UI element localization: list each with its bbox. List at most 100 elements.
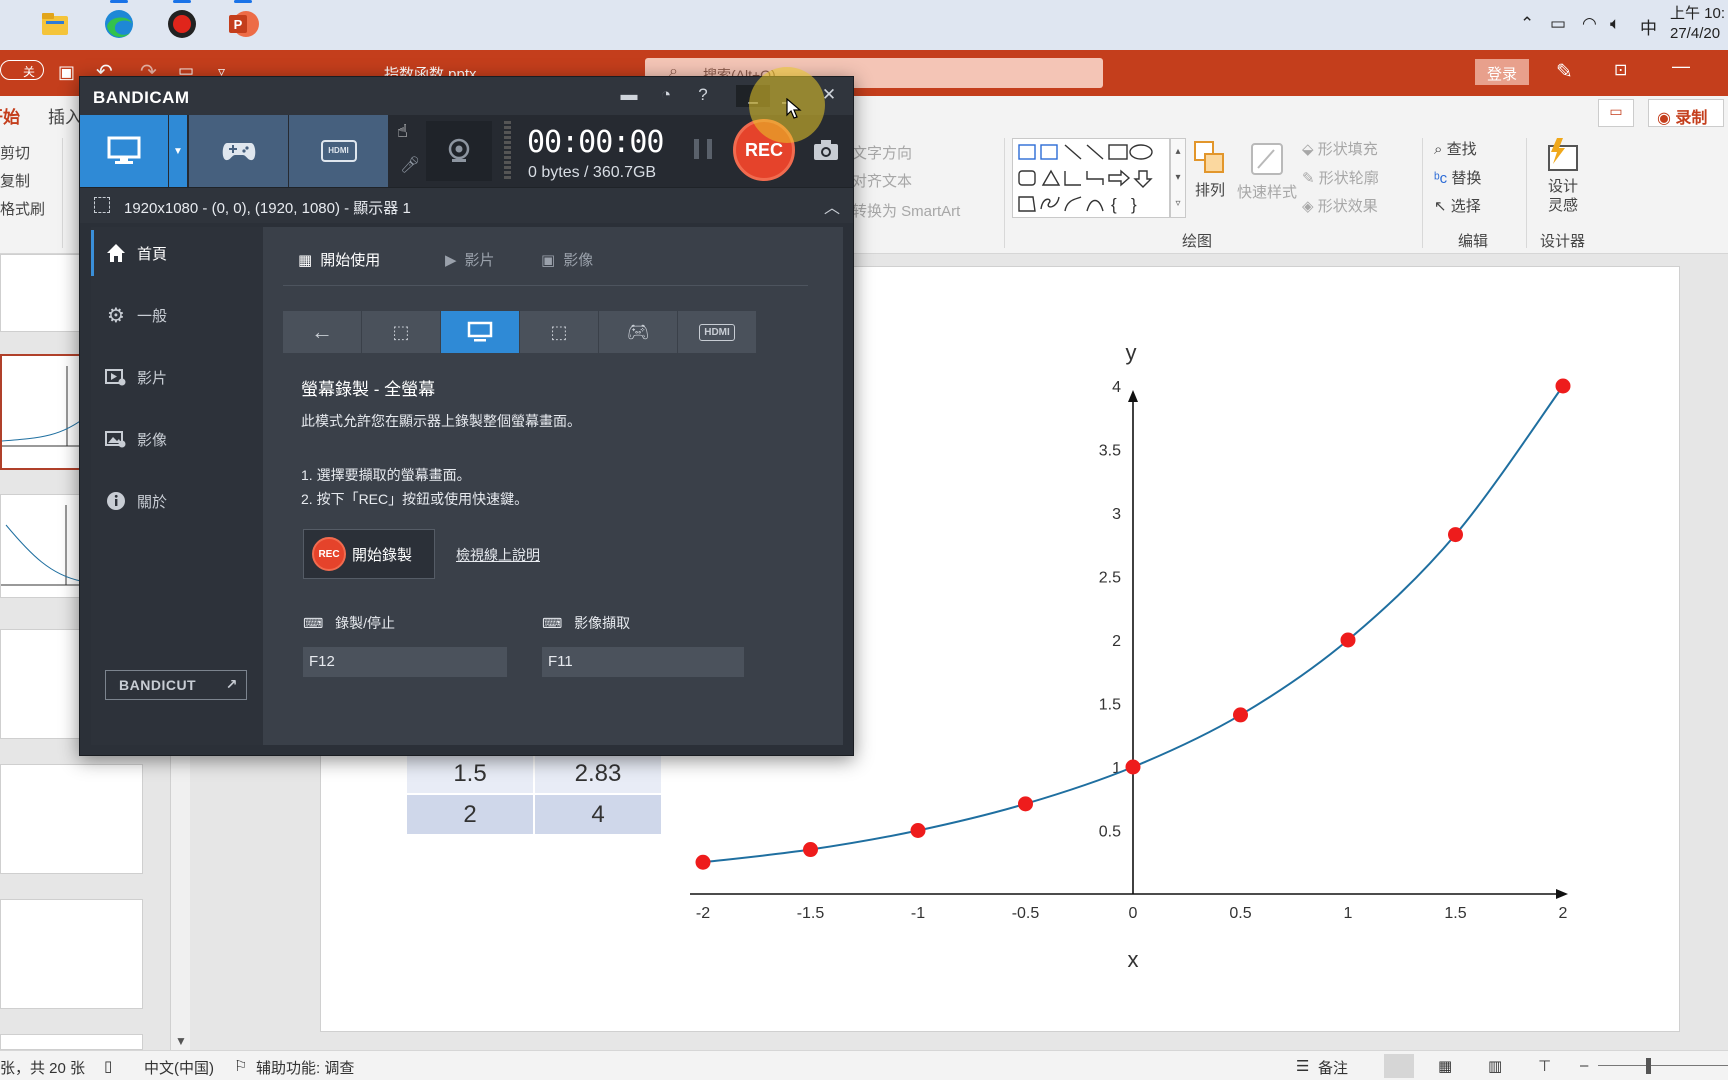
game-mode-sub-button[interactable]: 🎮︎ bbox=[599, 311, 677, 353]
battery-icon[interactable]: ▭ bbox=[1550, 14, 1566, 34]
clock-date: 27/4/20 bbox=[1670, 25, 1721, 42]
pause-icon[interactable] bbox=[694, 139, 712, 159]
sidebar-item-about[interactable]: 關於 bbox=[91, 478, 263, 524]
bandicam-title-bar[interactable]: BANDICAM ▬ ◔ ? _ _ ✕ bbox=[80, 77, 853, 115]
hotkey-record-value: F12 bbox=[309, 653, 335, 670]
autosave-toggle-label: 关 bbox=[23, 65, 36, 79]
ime-indicator[interactable]: 中 bbox=[1640, 14, 1657, 39]
bandicut-button[interactable]: BANDICUT ↗ bbox=[105, 670, 247, 700]
tab-image[interactable]: ▣ 影像 bbox=[541, 249, 593, 270]
camera-icon[interactable] bbox=[813, 139, 839, 167]
rectangle-mode-button[interactable]: ⬚ bbox=[362, 311, 440, 353]
tab-getting-started[interactable]: ▦ 開始使用 bbox=[298, 249, 380, 270]
format-painter-button[interactable]: 格式刷 bbox=[0, 198, 45, 219]
normal-view-button[interactable] bbox=[1384, 1054, 1414, 1078]
powerpoint-icon[interactable]: P bbox=[226, 0, 260, 41]
shape-outline-button[interactable]: ✎ 形状轮廓 bbox=[1302, 167, 1379, 188]
zoom-slider[interactable] bbox=[1598, 1065, 1728, 1066]
screen-mode-button[interactable] bbox=[80, 115, 168, 187]
tabs-underline bbox=[283, 285, 808, 286]
shapes-gallery-scroll[interactable]: ▴ ▾ ▿ bbox=[1170, 138, 1186, 218]
sidebar-item-image[interactable]: 影像 bbox=[91, 416, 263, 462]
around-mouse-mode-button[interactable]: ⬚ bbox=[520, 311, 598, 353]
wifi-icon[interactable]: ◠ bbox=[1582, 14, 1597, 34]
text-direction-button[interactable]: 文字方向 bbox=[852, 142, 912, 163]
shape-fill-button[interactable]: ⬙ 形状填充 bbox=[1302, 138, 1378, 159]
sidebar-item-home[interactable]: 首頁 bbox=[91, 230, 263, 276]
slide-sorter-icon[interactable]: ▦ bbox=[1438, 1057, 1452, 1075]
game-mode-button[interactable] bbox=[189, 115, 288, 187]
collapse-chevron-icon[interactable]: ︿ bbox=[824, 194, 840, 218]
find-button[interactable]: ⌕ 查找 bbox=[1434, 138, 1477, 159]
microphone-icon[interactable]: 🎤︎ bbox=[400, 155, 420, 175]
values-table: 1.5 2.83 2 4 bbox=[405, 752, 663, 836]
shapes-gallery[interactable]: {} bbox=[1012, 138, 1170, 218]
record-button[interactable]: ◉ 录制 bbox=[1648, 99, 1724, 127]
scroll-down-icon[interactable]: ▼ bbox=[175, 1034, 187, 1048]
comments-icon[interactable]: ▭ bbox=[1598, 99, 1634, 127]
quick-styles-button[interactable]: 快速样式 bbox=[1236, 140, 1298, 202]
slide-thumbnail[interactable] bbox=[0, 764, 143, 874]
file-explorer-icon[interactable] bbox=[38, 7, 72, 41]
hdmi-mode-button[interactable]: HDMI bbox=[289, 115, 388, 187]
notes-icon[interactable]: ☰ bbox=[1296, 1057, 1309, 1075]
tab-start[interactable]: 开始 bbox=[0, 103, 20, 128]
target-area-bar[interactable]: 1920x1080 - (0, 0), (1920, 1080) - 顯示器 1… bbox=[80, 187, 853, 223]
sidebar-item-video[interactable]: 影片 bbox=[91, 354, 263, 400]
sidebar-item-label: 首頁 bbox=[137, 245, 168, 263]
arrange-button[interactable]: 排列 bbox=[1188, 140, 1232, 200]
image-icon: ▣ bbox=[541, 251, 556, 269]
volume-icon[interactable]: 🔈︎ bbox=[1610, 14, 1620, 34]
copy-button[interactable]: 复制 bbox=[0, 170, 30, 191]
align-text-button[interactable]: 对齐文本 bbox=[852, 170, 912, 191]
tab-insert[interactable]: 插入 bbox=[48, 103, 82, 128]
mode-dropdown-button[interactable]: ▼ bbox=[169, 115, 187, 187]
edge-browser-icon[interactable] bbox=[102, 0, 136, 41]
fullscreen-mode-button[interactable] bbox=[441, 311, 519, 353]
folder-icon[interactable]: ▬ bbox=[616, 85, 642, 107]
autosave-toggle[interactable]: 关 bbox=[0, 60, 44, 80]
pen-icon[interactable]: ✎ bbox=[1556, 59, 1573, 84]
device-mode-button[interactable]: HDMI bbox=[678, 311, 756, 353]
info-icon bbox=[105, 490, 127, 512]
hotkey-capture-field[interactable]: F11 bbox=[542, 647, 744, 677]
login-button[interactable]: 登录 bbox=[1475, 59, 1529, 85]
slide-thumbnail[interactable] bbox=[0, 899, 143, 1009]
shape-effects-button[interactable]: ◈ 形状效果 bbox=[1302, 195, 1378, 216]
back-button[interactable]: ← bbox=[283, 311, 361, 353]
select-button[interactable]: ↖ 选择 bbox=[1434, 195, 1481, 216]
table-row: 1.5 2.83 bbox=[405, 752, 663, 795]
system-clock[interactable]: 上午 10: 27/4/20 bbox=[1670, 4, 1728, 44]
spellcheck-icon[interactable]: ▯ bbox=[104, 1057, 112, 1075]
hotkey-record-field[interactable]: F12 bbox=[303, 647, 507, 677]
clock-icon[interactable]: ◔ bbox=[653, 85, 679, 107]
arrange-label: 排列 bbox=[1194, 182, 1225, 199]
accessibility-status[interactable]: 辅助功能: 调查 bbox=[256, 1057, 354, 1078]
reading-view-icon[interactable]: ▥ bbox=[1488, 1057, 1502, 1075]
accessibility-icon[interactable]: ⚐ bbox=[234, 1057, 247, 1075]
slideshow-view-icon[interactable]: ⊤ bbox=[1538, 1057, 1551, 1075]
cut-button[interactable]: 剪切 bbox=[0, 142, 30, 163]
slide-thumbnail[interactable] bbox=[0, 1034, 143, 1050]
convert-smartart-button[interactable]: 转换为 SmartArt bbox=[852, 200, 960, 221]
tray-chevron-icon[interactable]: ⌃ bbox=[1520, 14, 1534, 34]
tab-video[interactable]: ▶ 影片 bbox=[445, 249, 495, 270]
designer-button[interactable]: 设计 灵感 bbox=[1538, 138, 1588, 215]
window-minimize-icon[interactable]: — bbox=[1672, 56, 1690, 77]
help-icon[interactable]: ? bbox=[690, 85, 716, 107]
cursor-effects-icon[interactable]: ☝ bbox=[397, 121, 408, 142]
webcam-button[interactable] bbox=[426, 121, 492, 181]
ribbon-display-icon[interactable]: ⊡ bbox=[1614, 60, 1627, 80]
zoom-out-button[interactable]: – bbox=[1580, 1057, 1588, 1074]
replace-button[interactable]: ᵇc 替换 bbox=[1434, 167, 1481, 188]
save-icon[interactable]: ▣ bbox=[58, 62, 75, 83]
zoom-slider-thumb[interactable] bbox=[1646, 1058, 1651, 1074]
online-help-link[interactable]: 檢視線上說明 bbox=[456, 545, 540, 565]
notes-button[interactable]: 备注 bbox=[1318, 1057, 1348, 1078]
start-recording-button[interactable]: REC 開始錄製 bbox=[303, 529, 435, 579]
language-indicator[interactable]: 中文(中国) bbox=[144, 1057, 214, 1078]
clock-time: 上午 10: bbox=[1670, 5, 1726, 22]
slide-count[interactable]: 张，共 20 张 bbox=[0, 1057, 85, 1078]
sidebar-item-general[interactable]: ⚙ 一般 bbox=[91, 292, 263, 338]
bandicam-taskbar-icon[interactable] bbox=[165, 0, 199, 41]
